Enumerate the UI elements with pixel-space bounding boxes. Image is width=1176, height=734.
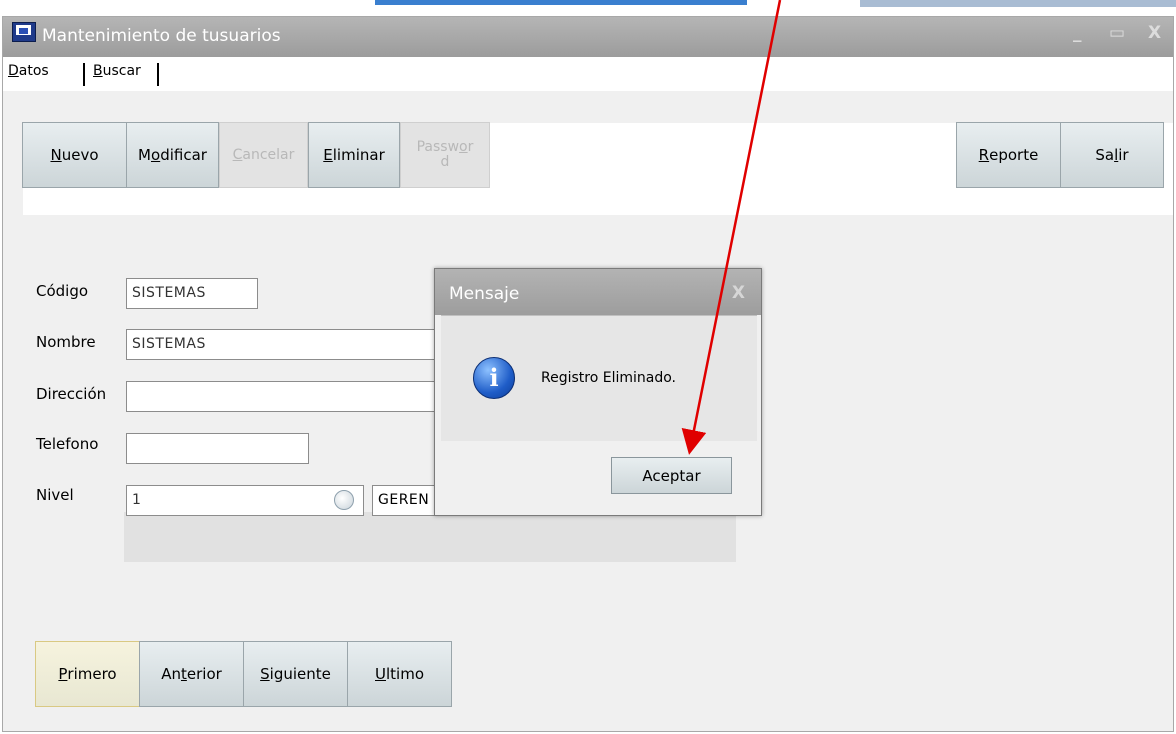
codigo-label: Código (36, 282, 89, 300)
tab-buscar[interactable]: Buscar (88, 63, 146, 79)
desktop-strip (375, 0, 747, 5)
close-icon[interactable]: X (1148, 23, 1161, 43)
eliminar-button[interactable]: Eliminar (308, 122, 400, 188)
salir-button[interactable]: Sa l ir (1060, 122, 1164, 188)
window-title: Mantenimiento de tusuarios (42, 26, 281, 46)
maximize-icon[interactable]: ▭ (1109, 23, 1125, 43)
modificar-button[interactable]: Mo dificar (126, 122, 219, 188)
desktop-strip (860, 0, 1176, 7)
direccion-field[interactable] (126, 381, 446, 412)
dialog-title: Mensaje (449, 284, 520, 304)
reporte-button[interactable]: Reporte (956, 122, 1061, 188)
tab-strip: Datos Buscar (3, 57, 1173, 91)
direccion-label: Dirección (36, 385, 107, 403)
codigo-field[interactable]: SISTEMAS (126, 278, 258, 309)
title-bar[interactable]: Mantenimiento de tusuarios _ ▭ X (3, 17, 1173, 57)
minimize-icon[interactable]: _ (1073, 23, 1082, 43)
telefono-field[interactable] (126, 433, 309, 464)
ultimo-button[interactable]: Ultimo (347, 641, 452, 707)
primero-button[interactable]: Primero (35, 641, 140, 707)
app-icon (12, 22, 36, 42)
siguiente-button[interactable]: Siguiente (243, 641, 348, 707)
aceptar-button[interactable]: Aceptar (611, 457, 732, 494)
tab-divider (157, 63, 159, 86)
nombre-label: Nombre (36, 333, 96, 351)
tab-datos[interactable]: Datos (3, 63, 54, 79)
nivel-label: Nivel (36, 486, 74, 504)
nivel-description-panel (124, 512, 736, 562)
desktop-background (0, 0, 1176, 16)
nivel-field[interactable]: 1 (126, 485, 364, 516)
dialog-close-icon[interactable]: X (732, 283, 745, 303)
dialog-body: i Registro Eliminado. (441, 315, 757, 441)
nuevo-button[interactable]: Nuevo (22, 122, 127, 188)
telefono-label: Telefono (36, 435, 99, 453)
tab-divider (83, 63, 85, 86)
password-button[interactable]: Passwor d (400, 122, 490, 188)
anterior-button[interactable]: An t erior (139, 641, 244, 707)
lookup-icon[interactable] (334, 490, 354, 510)
message-dialog: Mensaje X i Registro Eliminado. Aceptar (434, 268, 762, 516)
dialog-message: Registro Eliminado. (541, 370, 676, 386)
nombre-field[interactable]: SISTEMAS (126, 329, 446, 360)
dialog-title-bar[interactable]: Mensaje X (435, 269, 761, 315)
cancelar-button[interactable]: Cancelar (219, 122, 308, 188)
info-icon: i (473, 357, 515, 399)
